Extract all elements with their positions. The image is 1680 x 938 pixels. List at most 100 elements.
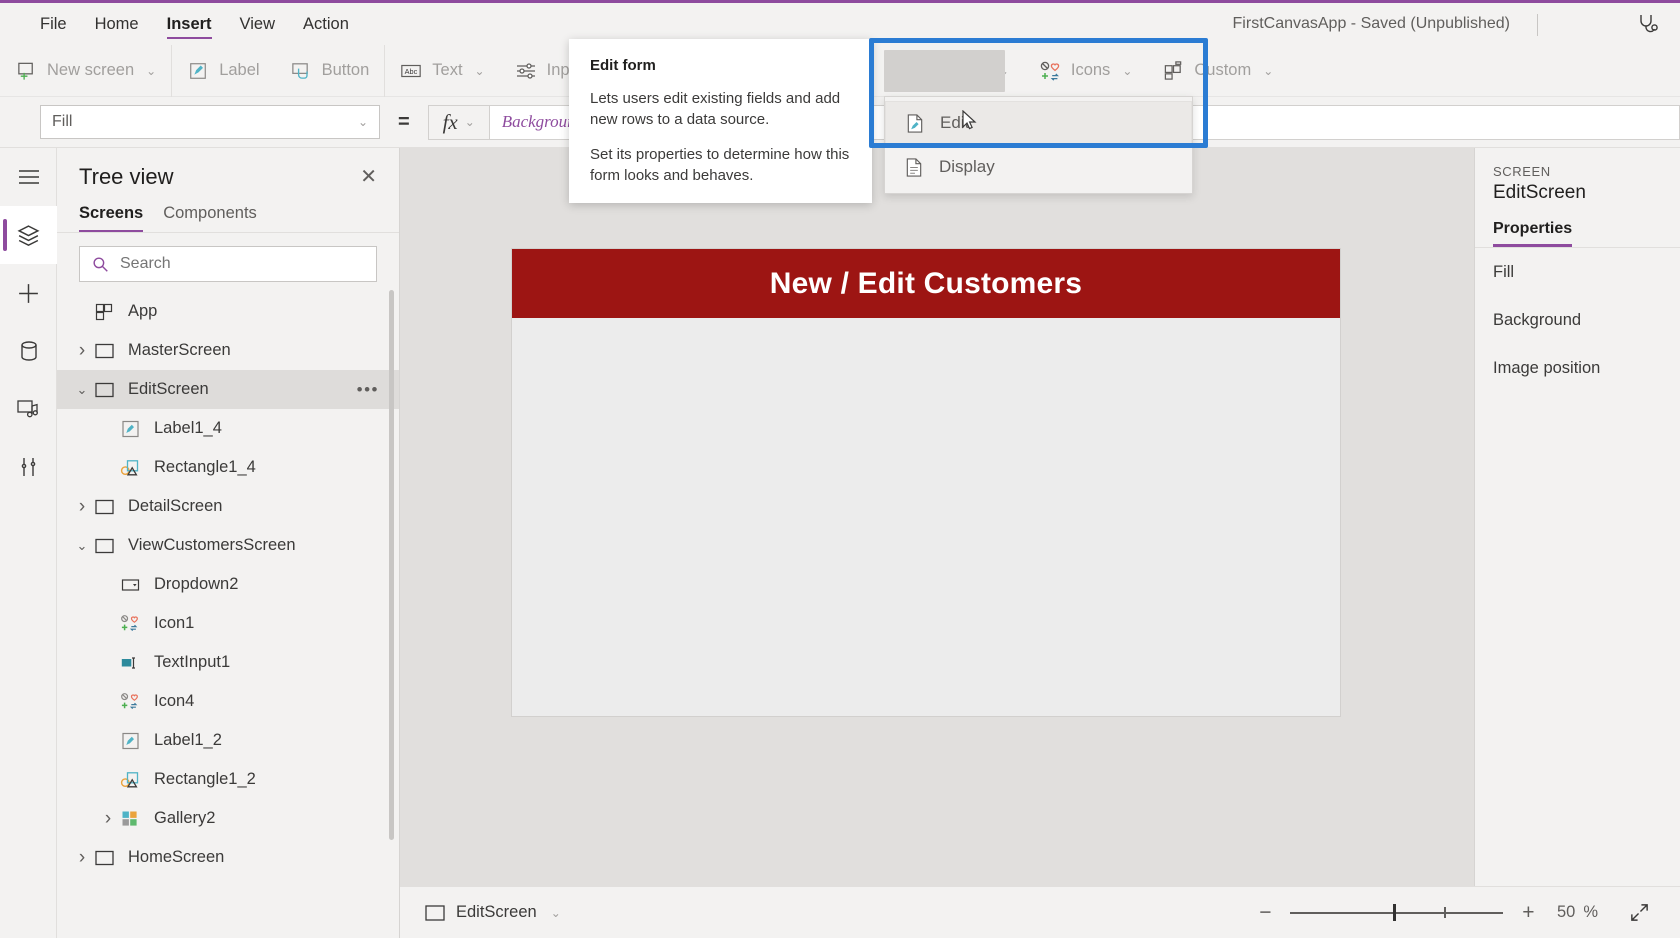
expand-fullscreen-icon[interactable] xyxy=(1620,896,1658,930)
tree-view-layers-icon[interactable] xyxy=(0,206,57,264)
property-row-fill[interactable]: Fill xyxy=(1475,248,1680,296)
hamburger-menu-icon[interactable] xyxy=(0,148,57,206)
app-screen-preview[interactable]: New / Edit Customers xyxy=(512,249,1340,716)
data-sources-icon[interactable] xyxy=(0,322,57,380)
display-form-icon xyxy=(903,156,925,178)
textinput-control-icon xyxy=(119,651,143,675)
menu-item-insert[interactable]: Insert xyxy=(153,3,226,45)
tree-view-title: Tree view xyxy=(79,164,174,189)
fx-button[interactable]: fx ⌄ xyxy=(427,104,490,140)
tree-item-app[interactable]: App xyxy=(57,292,399,331)
tree-item-detailscreen[interactable]: › DetailScreen xyxy=(57,487,399,526)
zoom-slider-thumb[interactable] xyxy=(1392,904,1396,921)
chevron-down-icon[interactable]: ⌄ xyxy=(71,538,93,554)
zoom-in-button[interactable]: + xyxy=(1511,896,1545,930)
chevron-down-icon: ⌄ xyxy=(464,115,475,129)
search-input[interactable] xyxy=(120,255,364,273)
menu-item-action[interactable]: Action xyxy=(289,3,363,45)
icons-button-label: Icons xyxy=(1070,61,1111,79)
tab-properties[interactable]: Properties xyxy=(1493,220,1573,247)
tree-item-viewcustomersscreen[interactable]: ⌄ ViewCustomersScreen xyxy=(57,526,399,565)
chevron-right-icon[interactable]: › xyxy=(71,340,93,362)
menu-item-home[interactable]: Home xyxy=(81,3,153,45)
text-button[interactable]: Abc Text ⌄ xyxy=(387,51,497,91)
forms-menu-item-edit[interactable]: Edit xyxy=(885,101,1192,145)
menu-item-view[interactable]: View xyxy=(226,3,289,45)
screen-icon xyxy=(93,378,117,402)
forms-dropdown-menu: Edit Display xyxy=(884,96,1193,194)
custom-button[interactable]: Custom ⌄ xyxy=(1149,51,1286,91)
media-library-icon[interactable] xyxy=(0,380,57,438)
status-screen-selector[interactable]: EditScreen ⌄ xyxy=(425,903,561,922)
chevron-down-icon: ⌄ xyxy=(1263,63,1274,78)
menu-item-file[interactable]: File xyxy=(26,3,81,45)
chevron-down-icon[interactable]: ⌄ xyxy=(71,382,93,398)
property-selector[interactable]: Fill ⌄ xyxy=(40,105,380,139)
zoom-slider[interactable] xyxy=(1290,896,1504,930)
insert-plus-icon[interactable] xyxy=(0,264,57,322)
search-box[interactable] xyxy=(79,246,377,282)
tree-item-editscreen[interactable]: ⌄ EditScreen ••• xyxy=(57,370,399,409)
tree-item-label: MasterScreen xyxy=(128,341,231,359)
chevron-down-icon: ⌄ xyxy=(357,115,368,129)
property-selector-value: Fill xyxy=(52,113,73,130)
property-row-background[interactable]: Background xyxy=(1475,296,1680,344)
tree-item-textinput1[interactable]: TextInput1 xyxy=(57,643,399,682)
close-icon[interactable]: ✕ xyxy=(360,167,377,187)
tree-item-gallery2[interactable]: › Gallery2 xyxy=(57,799,399,838)
tree-item-dropdown2[interactable]: Dropdown2 xyxy=(57,565,399,604)
tree-item-rectangle1_4[interactable]: Rectangle1_4 xyxy=(57,448,399,487)
tree-item-label: Rectangle1_2 xyxy=(154,770,256,788)
tab-components[interactable]: Components xyxy=(163,204,257,232)
tab-screens[interactable]: Screens xyxy=(79,204,144,232)
property-row-image-position[interactable]: Image position xyxy=(1475,344,1680,392)
status-bar: EditScreen ⌄ − + 50 % xyxy=(400,886,1680,938)
tree-item-label: DetailScreen xyxy=(128,497,223,515)
screen-icon xyxy=(93,339,117,363)
canvas-area[interactable]: New / Edit Customers xyxy=(400,148,1474,886)
custom-grid-icon xyxy=(1162,60,1184,82)
selected-control-kind: SCREEN xyxy=(1493,164,1551,179)
screen-header-rectangle[interactable]: New / Edit Customers xyxy=(512,249,1340,318)
tree-item-label1_2[interactable]: Label1_2 xyxy=(57,721,399,760)
ribbon-group-screens: New screen ⌄ xyxy=(0,45,171,97)
zoom-out-button[interactable]: − xyxy=(1248,896,1282,930)
app-icon xyxy=(93,300,117,324)
icons-button[interactable]: Icons ⌄ xyxy=(1026,51,1146,91)
edit-form-icon xyxy=(904,112,926,134)
advanced-tools-icon[interactable] xyxy=(0,438,57,496)
tree-item-icon1[interactable]: Icon1 xyxy=(57,604,399,643)
more-options-icon[interactable]: ••• xyxy=(357,380,379,400)
new-screen-button[interactable]: New screen ⌄ xyxy=(2,51,169,91)
tree-view-scrollbar[interactable] xyxy=(389,290,394,840)
tree-item-homescreen[interactable]: › HomeScreen xyxy=(57,838,399,877)
stethoscope-icon[interactable] xyxy=(1630,7,1666,41)
left-icon-rail xyxy=(0,148,57,938)
tree-item-rectangle1_2[interactable]: Rectangle1_2 xyxy=(57,760,399,799)
tree-item-icon4[interactable]: Icon4 xyxy=(57,682,399,721)
chevron-right-icon[interactable]: › xyxy=(71,847,93,869)
chevron-right-icon[interactable]: › xyxy=(97,808,119,830)
chevron-right-icon[interactable]: › xyxy=(71,496,93,518)
tree-view-tabs: Screens Components xyxy=(57,196,399,233)
dropdown-control-icon xyxy=(119,573,143,597)
forms-menu-item-display[interactable]: Display xyxy=(885,145,1192,189)
tree-item-label1_4[interactable]: Label1_4 xyxy=(57,409,399,448)
edit-form-tooltip: Edit form Lets users edit existing field… xyxy=(569,39,872,203)
tree-item-label: Rectangle1_4 xyxy=(154,458,256,476)
chevron-down-icon: ⌄ xyxy=(146,63,157,78)
text-abc-icon: Abc xyxy=(400,60,422,82)
tree-view-list: App › MasterScreen ⌄ EditScreen ••• Label1_4 … xyxy=(57,292,399,896)
chevron-down-icon: ⌄ xyxy=(550,905,561,920)
tree-item-label: TextInput1 xyxy=(154,653,231,671)
zoom-controls: − + 50 % xyxy=(1248,896,1658,930)
tree-item-masterscreen[interactable]: › MasterScreen xyxy=(57,331,399,370)
button-button[interactable]: Button xyxy=(277,51,383,91)
tree-view-panel: Tree view ✕ Screens Components App › Maste… xyxy=(57,148,400,938)
label-button[interactable]: Label xyxy=(174,51,272,91)
